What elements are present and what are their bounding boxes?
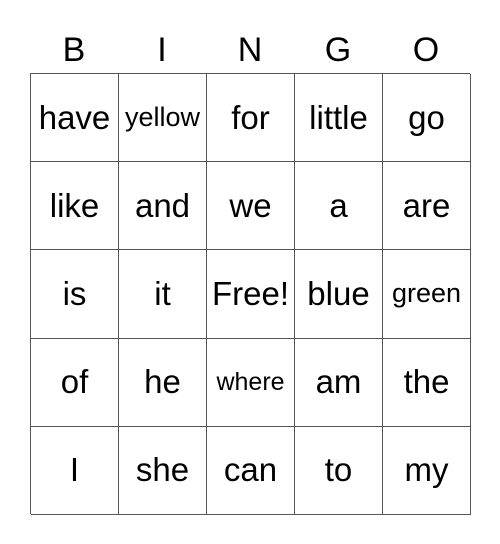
bingo-cell[interactable]: to [295, 426, 383, 515]
bingo-cell[interactable]: like [31, 162, 119, 251]
bingo-cell[interactable]: green [383, 250, 471, 339]
bingo-header: B I N G O [30, 28, 470, 73]
bingo-cell[interactable]: and [119, 162, 207, 251]
header-letter-o: O [412, 31, 440, 69]
bingo-cell[interactable]: is [31, 250, 119, 339]
bingo-cell[interactable]: can [207, 426, 295, 515]
header-letter-n: N [237, 31, 263, 69]
bingo-cell[interactable]: am [295, 338, 383, 427]
header-letter-b: B [62, 31, 86, 69]
bingo-cell[interactable]: she [119, 426, 207, 515]
bingo-cell[interactable]: of [31, 338, 119, 427]
free-space-cell[interactable]: Free! [207, 250, 295, 339]
bingo-cell[interactable]: he [119, 338, 207, 427]
bingo-cell[interactable]: the [383, 338, 471, 427]
header-letter-i: I [157, 31, 167, 69]
bingo-cell[interactable]: are [383, 162, 471, 251]
bingo-cell[interactable]: where [207, 338, 295, 427]
bingo-cell[interactable]: go [383, 74, 471, 163]
header-letter-g: G [324, 31, 352, 69]
bingo-cell[interactable]: I [31, 426, 119, 515]
bingo-cell[interactable]: blue [295, 250, 383, 339]
bingo-cell[interactable]: a [295, 162, 383, 251]
bingo-cell[interactable]: for [207, 74, 295, 163]
bingo-cell[interactable]: we [207, 162, 295, 251]
bingo-cell[interactable]: yellow [119, 74, 207, 163]
bingo-cell[interactable]: have [31, 74, 119, 163]
bingo-cell[interactable]: it [119, 250, 207, 339]
bingo-cell[interactable]: my [383, 426, 471, 515]
bingo-cell[interactable]: little [295, 74, 383, 163]
bingo-card-grid: have yellow for little go like and we a … [30, 73, 471, 515]
